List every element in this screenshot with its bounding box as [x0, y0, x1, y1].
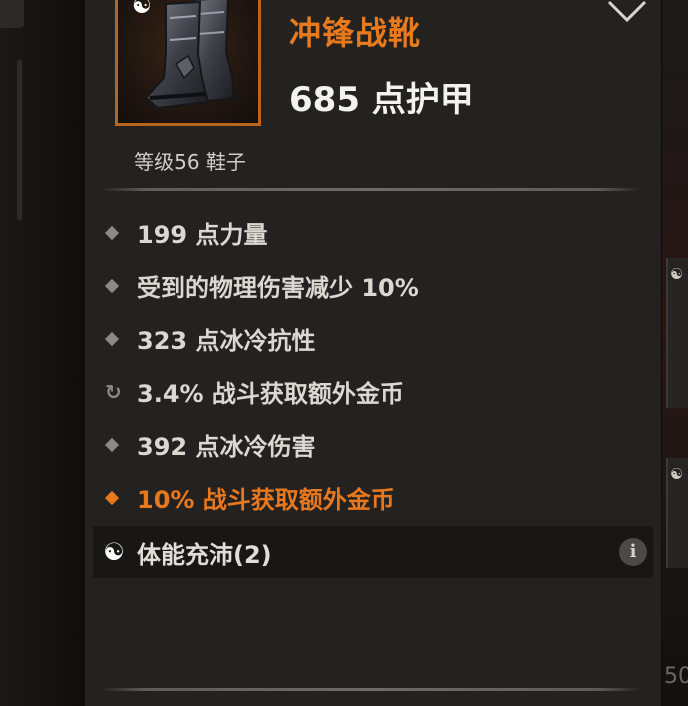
legendary-stat-row: 10% 战斗获取额外金币 — [85, 471, 661, 524]
info-icon[interactable]: i — [619, 538, 647, 566]
item-tooltip: ☯ 冲锋战靴 685 点护甲 等级56 鞋子 199 点力量 受到的物理伤害减少… — [84, 0, 662, 706]
legendary-diamond-icon — [105, 491, 119, 505]
diamond-bullet-icon — [105, 279, 119, 293]
diamond-bullet-icon — [105, 438, 119, 452]
item-icon-frame: ☯ — [115, 0, 261, 126]
stat-text: 392 点冰冷伤害 — [137, 433, 316, 461]
yin-yang-icon: ☯ — [670, 465, 684, 483]
slot-number: 50 — [664, 664, 688, 689]
stat-text: 受到的物理伤害减少 10% — [137, 274, 419, 302]
set-bonus-row[interactable]: ☯ 体能充沛(2) i — [93, 526, 653, 578]
diamond-bullet-icon — [105, 226, 119, 240]
divider — [101, 188, 641, 191]
armor-value: 685 点护甲 — [289, 80, 474, 120]
item-name: 冲锋战靴 — [289, 14, 422, 52]
reroll-icon: ↻ — [105, 379, 122, 404]
set-name: 体能充沛(2) — [137, 540, 272, 569]
corner-button[interactable] — [0, 0, 24, 28]
yin-yang-icon: ☯ — [670, 265, 684, 283]
diamond-bullet-icon — [105, 332, 119, 346]
scrollbar[interactable] — [17, 60, 22, 220]
stat-row: 323 点冰冷抗性 — [85, 312, 661, 365]
stat-text: 323 点冰冷抗性 — [137, 327, 316, 355]
stat-text: 3.4% 战斗获取额外金币 — [137, 380, 404, 408]
stat-row: 392 点冰冷伤害 — [85, 418, 661, 471]
stat-text: 10% 战斗获取额外金币 — [137, 486, 395, 514]
stat-row: 受到的物理伤害减少 10% — [85, 259, 661, 312]
stat-row: ↻ 3.4% 战斗获取额外金币 — [85, 365, 661, 418]
stat-row: 199 点力量 — [85, 206, 661, 259]
background-left-panel — [0, 0, 84, 706]
item-level-type: 等级56 鞋子 — [134, 150, 246, 174]
stat-list: 199 点力量 受到的物理伤害减少 10% 323 点冰冷抗性 ↻ 3.4% 战… — [85, 206, 661, 524]
divider — [101, 688, 641, 691]
boots-icon — [144, 0, 236, 110]
chevron-down-icon[interactable] — [605, 0, 649, 24]
yin-yang-icon: ☯ — [103, 538, 125, 566]
stat-text: 199 点力量 — [137, 221, 268, 249]
background-right-panel: ☯ ☯ 50 — [660, 0, 688, 706]
